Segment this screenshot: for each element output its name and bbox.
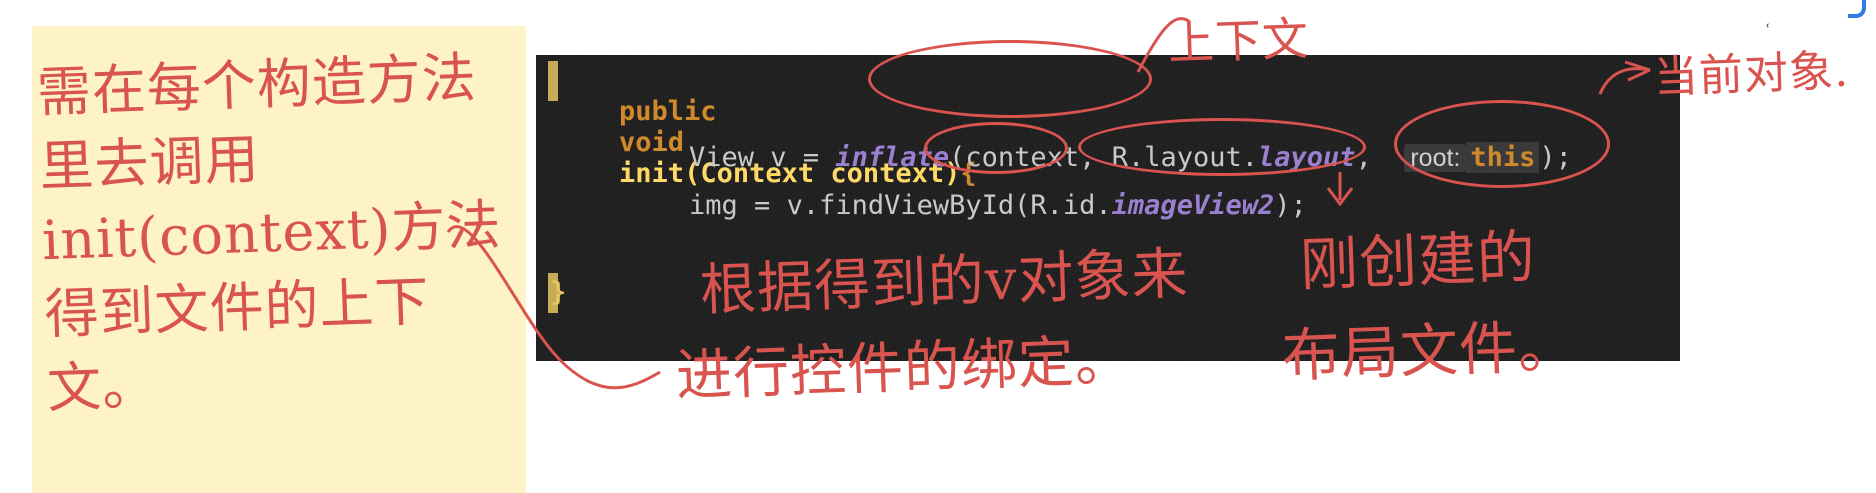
annotation-context: 上下文 [1167, 11, 1310, 71]
annotation-this: 当前对象. [1653, 45, 1850, 104]
annotation-layout-1: 刚创建的 [1298, 222, 1538, 300]
corner-mark: ʿ [1764, 20, 1772, 45]
ink-strokes [446, 17, 1651, 390]
annotation-layout-2: 布局文件。 [1280, 311, 1579, 391]
